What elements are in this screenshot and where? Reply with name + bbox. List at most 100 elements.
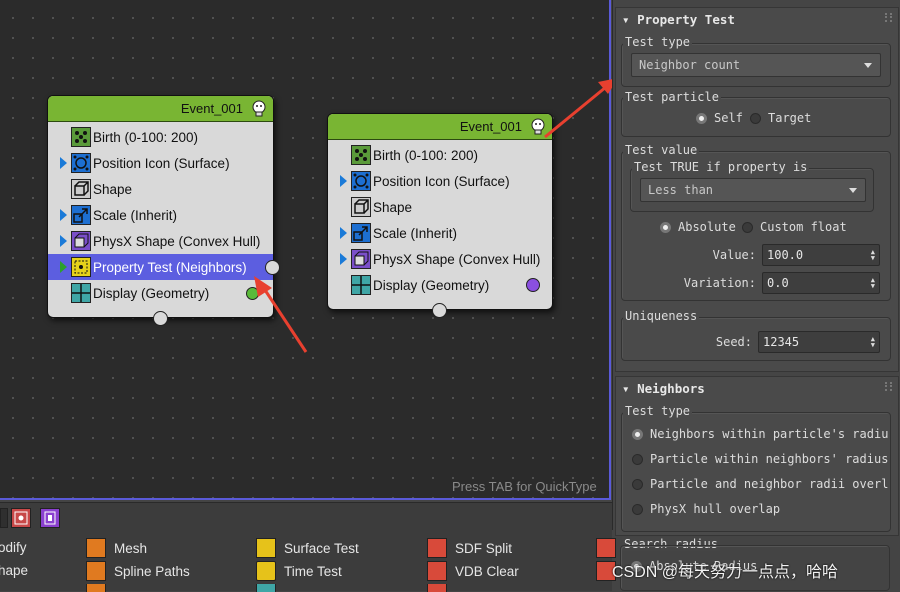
event-node-2[interactable]: Event_001 Birth (0-100: 200) Position Ic… [327, 113, 553, 318]
radio-custom-float[interactable]: Custom float [742, 220, 847, 234]
neighbors-options: Neighbors within particle's radiu Partic… [632, 427, 890, 537]
operator-label: Birth (0-100: 200) [373, 147, 479, 163]
operator-birth[interactable]: Birth (0-100: 200) [328, 142, 552, 168]
position-icon [71, 153, 91, 173]
radio-dot [696, 112, 707, 124]
depot-item-surface-test[interactable]: Surface Test [256, 538, 359, 558]
radio-neighbors-within-radius[interactable]: Neighbors within particle's radiu [632, 427, 888, 441]
shape-icon [351, 197, 371, 217]
depot-item-label: Spline Paths [114, 563, 190, 579]
depot-item-modify[interactable]: odify [0, 540, 27, 555]
spinner-arrows-icon[interactable]: ▲ ▼ [871, 336, 875, 349]
event-input-port[interactable] [153, 311, 168, 326]
depot-tab-2[interactable] [11, 508, 31, 528]
operator-label: Property Test (Neighbors) [93, 259, 247, 275]
operator-label: Position Icon (Surface) [373, 173, 510, 189]
radio-target[interactable]: Target [750, 111, 811, 125]
operator-label: Shape [373, 199, 413, 215]
depot-item-sdf-split[interactable]: SDF Split [427, 538, 512, 558]
lightbulb-icon[interactable] [530, 118, 546, 136]
rollout-header[interactable]: ▾ Property Test [616, 8, 898, 30]
rollout-header[interactable]: ▾ Neighbors [616, 377, 898, 399]
depot-item-vdb-clear[interactable]: VDB Clear [427, 561, 519, 581]
event-node-1[interactable]: Event_001 Birth (0-100: 200) Position Ic… [47, 95, 280, 326]
radio-label: Target [768, 111, 812, 125]
operator-label: PhysX Shape (Convex Hull) [373, 251, 541, 267]
parameters-panel: ▾ Property Test Test type Neighbor count… [612, 0, 900, 591]
lightbulb-icon[interactable] [251, 100, 267, 118]
operator-position[interactable]: Position Icon (Surface) [328, 168, 552, 194]
property-test-icon [71, 257, 91, 277]
event-input-port[interactable] [432, 303, 447, 318]
test-value-label: Test value [623, 143, 700, 157]
value-label: Value: [712, 248, 756, 262]
position-icon [351, 171, 371, 191]
operator-display[interactable]: Display (Geometry) [328, 272, 552, 298]
test-output-port[interactable] [265, 260, 280, 275]
neighbors-test-type-label: Test type [623, 404, 693, 418]
depot-item-shape[interactable]: hape [0, 563, 28, 578]
depot-tab-1[interactable] [0, 508, 8, 528]
radio-particle-within-neighbors[interactable]: Particle within neighbors' radius [632, 452, 888, 466]
radio-dot [632, 478, 643, 490]
operator-icon [596, 538, 616, 558]
depot-item-col5-1[interactable] [596, 538, 624, 558]
dropdown-value: Less than [648, 183, 714, 197]
operator-physx-shape[interactable]: PhysX Shape (Convex Hull) [48, 228, 273, 254]
test-type-dropdown[interactable]: Neighbor count [631, 53, 881, 77]
variation-label: Variation: [683, 276, 756, 290]
display-icon [351, 275, 371, 295]
radio-label: Particle within neighbors' radius [650, 452, 889, 466]
event-title: Event_001 [180, 101, 243, 116]
operator-birth[interactable]: Birth (0-100: 200) [48, 124, 273, 150]
operator-property-test[interactable]: Property Test (Neighbors) [48, 254, 273, 280]
display-icon [71, 283, 91, 303]
birth-icon [71, 127, 91, 147]
spinner-value: 12345 [763, 335, 800, 349]
operator-physx-shape[interactable]: PhysX Shape (Convex Hull) [328, 246, 552, 272]
operator-scale[interactable]: Scale (Inherit) [48, 202, 273, 228]
operator-shape[interactable]: Shape [48, 176, 273, 202]
test-particle-label: Test particle [623, 90, 721, 104]
operator-shape[interactable]: Shape [328, 194, 552, 220]
operator-scale[interactable]: Scale (Inherit) [328, 220, 552, 246]
depot-item-mesh[interactable]: Mesh [86, 538, 147, 558]
depot-item-time-test[interactable]: Time Test [256, 561, 342, 581]
radio-self[interactable]: Self [696, 111, 743, 125]
comparison-dropdown[interactable]: Less than [640, 178, 866, 202]
radio-physx-hull-overlap[interactable]: PhysX hull overlap [632, 502, 780, 516]
event-node-header[interactable]: Event_001 [328, 114, 552, 140]
display-color-swatch[interactable] [246, 287, 259, 300]
depot-item-label: hape [0, 563, 29, 578]
uniqueness-label: Uniqueness [623, 309, 700, 323]
test-true-label: Test TRUE if property is [632, 160, 810, 174]
value-spinner[interactable]: 100.0 ▲ ▼ [762, 244, 880, 266]
mesh-icon [86, 538, 106, 558]
operator-display[interactable]: Display (Geometry) [48, 280, 273, 306]
variation-spinner[interactable]: 0.0 ▲ ▼ [762, 272, 880, 294]
radio-dot [632, 453, 643, 465]
dropdown-value: Neighbor count [639, 58, 741, 72]
display-color-swatch[interactable] [526, 278, 540, 292]
operator-tab-icon [14, 511, 28, 525]
watermark: CSDN @每天努力一点点，哈哈 [612, 564, 839, 581]
neighbors-rollout: ▾ Neighbors Test type Neighbors within p… [615, 376, 899, 536]
radio-radii-overlap[interactable]: Particle and neighbor radii overl [632, 477, 888, 491]
radio-dot [742, 221, 753, 233]
operator-label: PhysX Shape (Convex Hull) [93, 233, 261, 249]
radio-absolute[interactable]: Absolute [660, 220, 736, 234]
depot-item-spline-paths[interactable]: Spline Paths [86, 561, 190, 581]
operator-label: Scale (Inherit) [93, 207, 178, 223]
operator-label: Position Icon (Surface) [93, 155, 230, 171]
test-type-label: Test type [623, 35, 693, 49]
spline-paths-icon [86, 561, 106, 581]
operator-label: Display (Geometry) [373, 277, 490, 293]
event-node-header[interactable]: Event_001 [48, 96, 273, 122]
depot-tab-3[interactable] [40, 508, 60, 528]
seed-spinner[interactable]: 12345 ▲ ▼ [758, 331, 880, 353]
physx-shape-icon [351, 249, 371, 269]
spinner-arrows-icon[interactable]: ▲ ▼ [871, 277, 875, 290]
shape-icon [71, 179, 91, 199]
spinner-arrows-icon[interactable]: ▲ ▼ [871, 249, 875, 262]
operator-position[interactable]: Position Icon (Surface) [48, 150, 273, 176]
